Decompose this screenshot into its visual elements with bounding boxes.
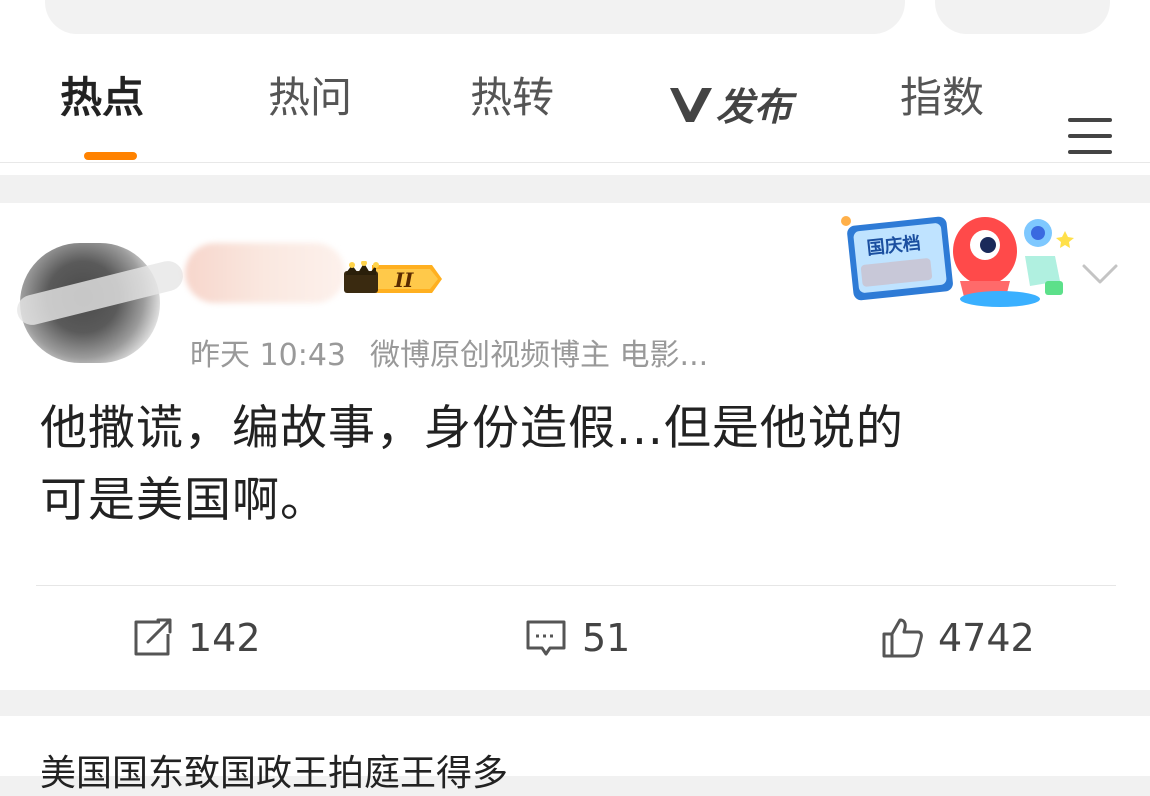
holiday-campaign-sticker-icon[interactable]: 国庆档 bbox=[840, 211, 1075, 311]
top-search-area bbox=[0, 0, 1150, 40]
next-post-text: 美国国东致国政王拍庭王得多 bbox=[40, 753, 509, 794]
active-tab-indicator bbox=[84, 152, 137, 160]
search-bar[interactable] bbox=[45, 0, 905, 34]
tab-v-publish-label: 发布 bbox=[716, 85, 793, 129]
repost-icon bbox=[134, 618, 172, 656]
repost-count: 142 bbox=[188, 616, 261, 660]
thumbs-up-icon bbox=[882, 618, 923, 658]
chevron-down-icon[interactable] bbox=[1080, 260, 1120, 288]
post-text-line-2: 可是美国啊。 bbox=[40, 473, 328, 528]
post-time: 昨天 10:43 bbox=[190, 338, 346, 373]
like-count: 4742 bbox=[938, 616, 1035, 660]
like-button[interactable]: 4742 bbox=[880, 613, 1035, 663]
tab-hot-questions[interactable]: 热问 bbox=[268, 70, 352, 126]
search-action-button[interactable] bbox=[935, 0, 1110, 34]
post-card[interactable]: II 昨天 10:43 微博原创视频博主 电影... 国庆档 他撒谎，编故事，身份… bbox=[0, 203, 1150, 690]
post-body[interactable]: 他撒谎，编故事，身份造假...但是他说的 可是美国啊。 bbox=[40, 393, 1120, 537]
tab-index[interactable]: 指数 bbox=[900, 70, 984, 126]
repost-button[interactable]: 142 bbox=[130, 613, 261, 663]
post-meta: 昨天 10:43 微博原创视频博主 电影... bbox=[190, 330, 708, 374]
menu-icon[interactable] bbox=[1068, 118, 1112, 154]
tab-v-publish[interactable]: 发布 bbox=[668, 76, 792, 131]
comment-button[interactable]: 51 bbox=[524, 613, 630, 663]
post-text-line-1: 他撒谎，编故事，身份造假...但是他说的 bbox=[40, 401, 904, 456]
tab-hot-reposts[interactable]: 热转 bbox=[470, 70, 554, 126]
divider bbox=[36, 585, 1116, 586]
vip-level-badge-icon: II bbox=[344, 261, 442, 293]
v-logo-icon bbox=[670, 87, 712, 122]
svg-text:II: II bbox=[394, 268, 414, 292]
username-redacted[interactable] bbox=[185, 243, 345, 303]
spacer bbox=[0, 163, 1150, 175]
hot-tabs-bar: 热点 热问 热转 发布 指数 bbox=[0, 40, 1150, 163]
post-source: 微博原创视频博主 电影... bbox=[370, 338, 709, 373]
comment-icon bbox=[526, 620, 566, 656]
tab-hot[interactable]: 热点 bbox=[60, 70, 144, 126]
next-post-card[interactable]: 美国国东致国政王拍庭王得多 bbox=[0, 716, 1150, 794]
comment-count: 51 bbox=[582, 616, 631, 660]
